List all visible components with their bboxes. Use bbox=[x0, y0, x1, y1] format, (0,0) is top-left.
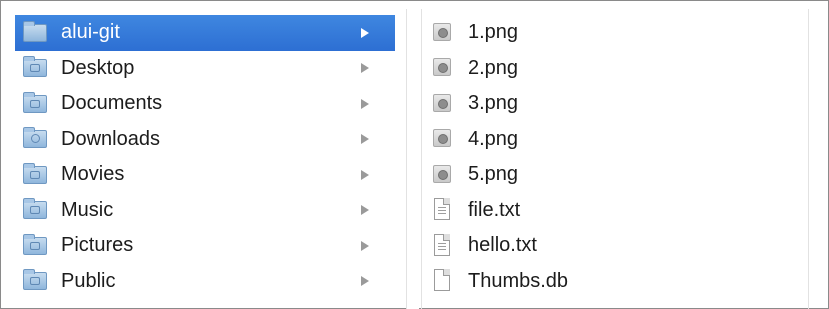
chevron-right-icon bbox=[361, 134, 369, 145]
image-file-icon bbox=[430, 129, 454, 149]
file-label: 5.png bbox=[468, 163, 519, 186]
chevron-right-icon bbox=[361, 169, 369, 180]
file-label: hello.txt bbox=[468, 234, 537, 257]
image-file-icon bbox=[430, 22, 454, 43]
file-row[interactable]: Thumbs.db bbox=[422, 264, 802, 300]
chevron-right-icon bbox=[361, 27, 369, 38]
file-label: file.txt bbox=[468, 198, 521, 221]
folder-label: Desktop bbox=[61, 56, 135, 79]
downloads-folder-icon bbox=[23, 127, 47, 149]
chevron-right-icon bbox=[361, 205, 369, 216]
movies-folder-icon bbox=[23, 162, 47, 185]
folder-icon bbox=[23, 20, 47, 43]
file-row[interactable]: 5.png bbox=[422, 157, 802, 193]
folder-label: Documents bbox=[61, 92, 163, 115]
file-row[interactable]: 4.png bbox=[422, 122, 802, 158]
public-folder-icon bbox=[23, 269, 47, 291]
folder-row-music[interactable]: Music bbox=[15, 193, 395, 229]
pictures-folder-icon bbox=[23, 233, 47, 256]
file-label: Thumbs.db bbox=[468, 269, 569, 292]
folder-row-desktop[interactable]: Desktop bbox=[15, 51, 395, 87]
documents-folder-icon bbox=[23, 91, 47, 114]
folder-label: Music bbox=[61, 198, 114, 221]
folder-label: Movies bbox=[61, 163, 125, 186]
chevron-right-icon bbox=[361, 276, 369, 287]
blank-file-icon bbox=[430, 269, 454, 292]
file-label: 3.png bbox=[468, 92, 519, 115]
file-label: 2.png bbox=[468, 56, 519, 79]
folder-label: Downloads bbox=[61, 127, 160, 150]
desktop-folder-icon bbox=[23, 56, 47, 78]
folder-label: alui-git bbox=[61, 21, 120, 44]
folder-row-alui-git[interactable]: alui-git bbox=[15, 15, 395, 51]
folder-row-public[interactable]: Public bbox=[15, 264, 395, 300]
chevron-right-icon bbox=[361, 98, 369, 109]
folder-row-documents[interactable]: Documents bbox=[15, 86, 395, 122]
folder-column[interactable]: alui-git Desktop Documents Downloads Mov… bbox=[15, 15, 395, 301]
file-row[interactable]: hello.txt bbox=[422, 228, 802, 264]
chevron-right-icon bbox=[361, 63, 369, 74]
music-folder-icon bbox=[23, 198, 47, 220]
file-column[interactable]: 1.png 2.png 3.png 4.png 5.png file.txt h… bbox=[422, 15, 802, 301]
text-file-icon bbox=[430, 198, 454, 221]
file-label: 4.png bbox=[468, 127, 519, 150]
text-file-icon bbox=[430, 233, 454, 256]
folder-row-movies[interactable]: Movies bbox=[15, 157, 395, 193]
image-file-icon bbox=[430, 58, 454, 78]
file-row[interactable]: 2.png bbox=[422, 51, 802, 87]
column-resize-handle[interactable] bbox=[407, 9, 419, 309]
finder-column-view: alui-git Desktop Documents Downloads Mov… bbox=[0, 0, 829, 309]
chevron-right-icon bbox=[361, 240, 369, 251]
image-file-icon bbox=[430, 93, 454, 114]
folder-label: Pictures bbox=[61, 234, 134, 257]
folder-label: Public bbox=[61, 269, 116, 292]
file-row[interactable]: 3.png bbox=[422, 86, 802, 122]
column-divider bbox=[808, 9, 809, 309]
file-row[interactable]: file.txt bbox=[422, 193, 802, 229]
folder-row-downloads[interactable]: Downloads bbox=[15, 122, 395, 158]
image-file-icon bbox=[430, 164, 454, 185]
file-row[interactable]: 1.png bbox=[422, 15, 802, 51]
folder-row-pictures[interactable]: Pictures bbox=[15, 228, 395, 264]
file-label: 1.png bbox=[468, 21, 519, 44]
